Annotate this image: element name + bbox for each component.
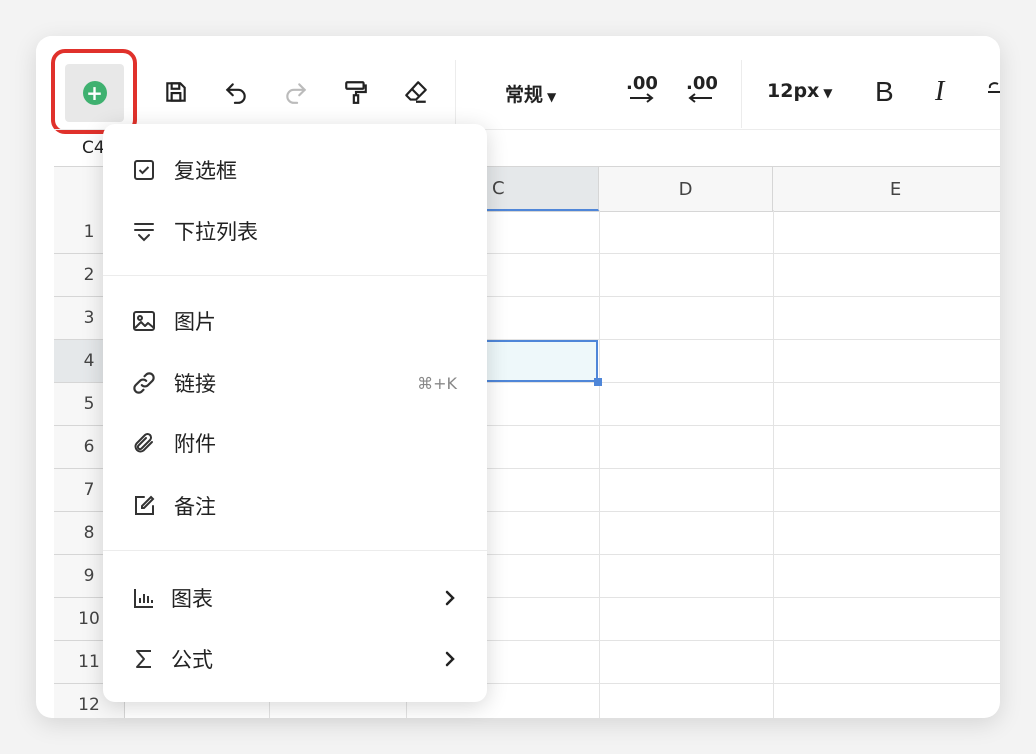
- menu-item-label: 下拉列表: [174, 220, 258, 244]
- note-icon: [131, 493, 157, 519]
- strikethrough-icon: [988, 82, 1000, 93]
- menu-item-label: 备注: [174, 495, 216, 519]
- insert-menu: 复选框 下拉列表 图片 链接 ⌘+K 附件 备注 图表 公式: [103, 124, 487, 702]
- italic-label: I: [935, 76, 945, 107]
- bold-label: B: [875, 76, 894, 107]
- link-shortcut: ⌘+K: [417, 373, 457, 393]
- menu-item-checkbox[interactable]: 复选框: [103, 145, 487, 195]
- toolbar-divider: [455, 60, 456, 128]
- paint-roller-icon: [345, 81, 367, 104]
- increase-decimal-button[interactable]: .00: [626, 73, 658, 104]
- column-gridline: [773, 210, 774, 718]
- decrease-decimal-button[interactable]: .00: [686, 73, 718, 104]
- column-header-d[interactable]: D: [599, 167, 773, 211]
- font-size-dropdown[interactable]: 12px ▼: [767, 80, 833, 102]
- sigma-icon: [131, 646, 157, 672]
- menu-item-label: 图片: [174, 310, 216, 334]
- dropdown-list-icon: [131, 218, 157, 244]
- menu-item-label: 附件: [174, 432, 216, 456]
- menu-item-label: 链接: [174, 372, 216, 396]
- clear-format-button[interactable]: [396, 64, 436, 120]
- undo-button[interactable]: [216, 64, 256, 120]
- number-format-dropdown[interactable]: 常规 ▼: [505, 80, 556, 107]
- menu-divider: [103, 275, 487, 276]
- chart-icon: [131, 585, 157, 611]
- caret-down-icon: ▼: [547, 90, 557, 104]
- menu-item-label: 复选框: [174, 159, 237, 183]
- fill-handle[interactable]: [594, 378, 602, 386]
- increase-decimal-label: .00: [626, 73, 658, 94]
- toolbar: + 常规 ▼ .00 .00 12px ▼ B I: [36, 36, 1000, 134]
- cell-reference[interactable]: C4: [82, 138, 105, 158]
- column-gridline: [599, 210, 600, 718]
- insert-button-highlight: [51, 49, 137, 134]
- menu-divider: [103, 550, 487, 551]
- save-button[interactable]: [156, 64, 196, 120]
- menu-item-link[interactable]: 链接 ⌘+K: [103, 358, 487, 408]
- redo-button[interactable]: [276, 64, 316, 120]
- redo-icon: [286, 83, 307, 104]
- number-format-label: 常规: [505, 84, 544, 106]
- column-header-e[interactable]: E: [773, 167, 1000, 211]
- save-icon: [166, 82, 186, 102]
- menu-item-label: 公式: [171, 648, 213, 672]
- chevron-right-icon: [443, 588, 457, 608]
- menu-item-attachment[interactable]: 附件: [103, 418, 487, 468]
- toolbar-divider: [741, 60, 742, 128]
- font-size-label: 12px: [767, 80, 820, 102]
- image-icon: [131, 308, 157, 334]
- italic-button[interactable]: I: [935, 76, 944, 108]
- checkbox-icon: [131, 157, 157, 183]
- undo-icon: [225, 83, 246, 104]
- caret-down-icon: ▼: [823, 86, 833, 100]
- menu-item-formula[interactable]: 公式: [103, 634, 487, 684]
- menu-item-note[interactable]: 备注: [103, 481, 487, 531]
- strikethrough-button[interactable]: [986, 64, 1000, 120]
- decrease-decimal-label: .00: [686, 73, 718, 94]
- menu-item-chart[interactable]: 图表: [103, 573, 487, 623]
- bold-button[interactable]: B: [875, 76, 894, 108]
- chevron-right-icon: [443, 649, 457, 669]
- eraser-icon: [405, 81, 427, 103]
- menu-item-image[interactable]: 图片: [103, 296, 487, 346]
- menu-item-label: 图表: [171, 587, 213, 611]
- format-painter-button[interactable]: [336, 64, 376, 120]
- link-icon: [131, 370, 157, 396]
- paperclip-icon: [131, 430, 157, 456]
- menu-item-dropdown-list[interactable]: 下拉列表: [103, 206, 487, 256]
